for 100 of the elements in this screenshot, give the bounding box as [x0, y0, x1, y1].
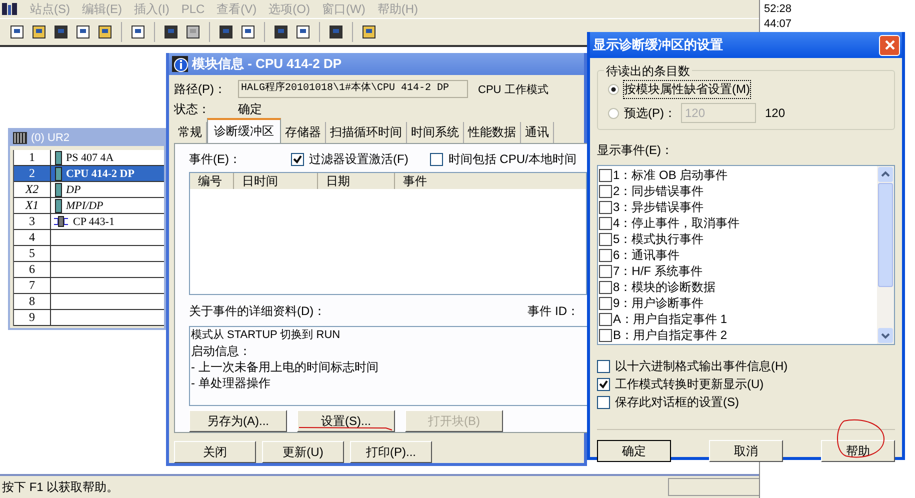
- slot-number: 9: [14, 310, 51, 325]
- path-field: HALG程序20101018\1#本体\CPU 414-2 DP: [238, 80, 468, 98]
- rack-row[interactable]: 3 CP 443-1: [14, 214, 164, 230]
- option-checkbox[interactable]: 以十六进制格式输出事件信息(H): [597, 358, 788, 374]
- column-header[interactable]: 日期: [318, 172, 395, 189]
- radio-button[interactable]: [608, 84, 619, 94]
- event-label: 5：模式执行事件: [613, 230, 704, 248]
- details-label: 关于事件的详细资料(D)：: [189, 302, 326, 320]
- checkbox[interactable]: [599, 168, 612, 182]
- event-list-item[interactable]: A：用户自指定事件 1: [599, 311, 876, 327]
- dialog-button[interactable]: 打印(P)...: [350, 441, 432, 463]
- rack-row[interactable]: 7: [14, 278, 164, 294]
- event-list-item[interactable]: 7：H/F 系统事件: [599, 263, 876, 279]
- rack-row[interactable]: 2 CPU 414-2 DP: [14, 166, 164, 182]
- dialog-button[interactable]: 更新(U): [262, 441, 344, 463]
- module-name: PS 407 4A: [66, 152, 114, 164]
- details-line: - 单处理器操作: [191, 374, 272, 391]
- rack-row[interactable]: 6: [14, 262, 164, 278]
- checkbox[interactable]: [599, 200, 612, 214]
- event-label: 1：标准 OB 启动事件: [613, 166, 728, 184]
- slot-number: 4: [14, 230, 51, 245]
- event-list-item[interactable]: 6：通讯事件: [599, 247, 876, 263]
- radio-label[interactable]: 预选(P)：: [624, 104, 676, 122]
- slot-number: 8: [14, 294, 51, 309]
- event-label: B：用户自指定事件 2: [613, 326, 728, 344]
- checkbox[interactable]: [599, 328, 612, 342]
- rack-row[interactable]: 5: [14, 246, 164, 262]
- checkbox[interactable]: [599, 216, 612, 230]
- window-title: (0) UR2: [31, 132, 70, 144]
- module-name: CP 443-1: [73, 216, 114, 228]
- path-label: 路径(P)：: [174, 80, 227, 98]
- dialog-button[interactable]: 设置(S)...: [297, 410, 395, 432]
- option-checkbox[interactable]: 保存此对话框的设置(S): [597, 394, 739, 410]
- module-name: MPI/DP: [66, 200, 104, 212]
- events-label: 事件(E)：: [189, 151, 242, 168]
- event-list-item[interactable]: 9：用户诊断事件: [599, 295, 876, 311]
- max-count-text: 120: [765, 106, 786, 120]
- event-list-item[interactable]: 8：模块的诊断数据: [599, 279, 876, 295]
- scroll-down-icon[interactable]: [878, 328, 893, 343]
- column-header[interactable]: 事件: [395, 172, 586, 189]
- slot-number: 7: [14, 278, 51, 293]
- check-icon: [599, 380, 608, 388]
- event-list-item[interactable]: 2：同步错误事件: [599, 183, 876, 199]
- event-label: 3：异步错误事件: [613, 198, 704, 216]
- local-time-checkbox[interactable]: 时间包括 CPU/本地时间: [430, 151, 576, 168]
- time-text: 52:28: [764, 2, 793, 17]
- scrollbar[interactable]: [877, 166, 894, 344]
- checkbox[interactable]: [599, 232, 612, 246]
- rack-row[interactable]: X1 MPI/DP: [14, 198, 164, 214]
- network-module-icon: [53, 216, 69, 227]
- radio-button[interactable]: [608, 108, 619, 118]
- module-icon: [55, 198, 62, 212]
- tab[interactable]: 诊断缓冲区: [207, 118, 281, 143]
- dialog-button[interactable]: 关闭: [174, 441, 256, 463]
- event-list-item[interactable]: 4：停止事件，取消事件: [599, 215, 876, 231]
- slot-number: 1: [14, 150, 51, 165]
- dialog-button[interactable]: 帮助: [821, 440, 895, 462]
- event-label: 6：通讯事件: [613, 246, 680, 264]
- rack-row[interactable]: 4: [14, 230, 164, 246]
- dialog-button[interactable]: 另存为(A)...: [189, 410, 287, 432]
- details-line: 模式从 STARTUP 切换到 RUN: [191, 328, 342, 343]
- slot-number: X1: [14, 198, 51, 213]
- checkbox[interactable]: [599, 264, 612, 278]
- status-label: 状态：: [174, 100, 211, 118]
- rack-row[interactable]: 9: [14, 310, 164, 326]
- status-text: 按下 F1 以获取帮助。: [2, 478, 119, 496]
- slot-number: 5: [14, 246, 51, 261]
- rack-row[interactable]: 8: [14, 294, 164, 310]
- dialog-button[interactable]: 确定: [597, 440, 671, 462]
- checkbox[interactable]: [599, 184, 612, 198]
- scroll-thumb[interactable]: [878, 183, 893, 287]
- checkbox[interactable]: [599, 296, 612, 310]
- module-icon: [55, 166, 62, 180]
- checkbox[interactable]: [599, 312, 612, 326]
- checkbox[interactable]: [599, 280, 612, 294]
- event-list-item[interactable]: 3：异步错误事件: [599, 199, 876, 215]
- rack-icon: [13, 132, 27, 144]
- module-icon: [55, 150, 62, 164]
- module-name: CPU 414-2 DP: [66, 168, 134, 180]
- column-header[interactable]: 编号: [190, 172, 234, 189]
- dialog-button[interactable]: 取消: [709, 440, 783, 462]
- operating-mode-label: CPU 工作模式: [478, 82, 548, 96]
- details-line: 启动信息：: [191, 342, 252, 359]
- scroll-up-icon[interactable]: [878, 167, 893, 182]
- event-list-item[interactable]: B：用户自指定事件 2: [599, 327, 876, 343]
- dialog-title: 模块信息 - CPU 414-2 DP: [192, 55, 342, 73]
- event-list-item[interactable]: 5：模式执行事件: [599, 231, 876, 247]
- close-button[interactable]: [879, 34, 900, 56]
- rack-row[interactable]: X2 DP: [14, 182, 164, 198]
- time-text: 44:07: [764, 17, 793, 32]
- option-checkbox[interactable]: 工作模式转换时更新显示(U): [597, 376, 764, 392]
- checkbox[interactable]: [599, 248, 612, 262]
- status-value: 确定: [238, 100, 262, 118]
- filter-checkbox[interactable]: 过滤器设置激活(F): [291, 151, 408, 168]
- slot-number: 2: [14, 166, 51, 181]
- column-header[interactable]: 日时间: [234, 172, 318, 189]
- radio-label[interactable]: 按模块属性缺省设置(M): [624, 80, 750, 98]
- close-icon: [884, 39, 896, 51]
- group-title: 待读出的条目数: [604, 63, 692, 80]
- event-list-item[interactable]: 1：标准 OB 启动事件: [599, 167, 876, 183]
